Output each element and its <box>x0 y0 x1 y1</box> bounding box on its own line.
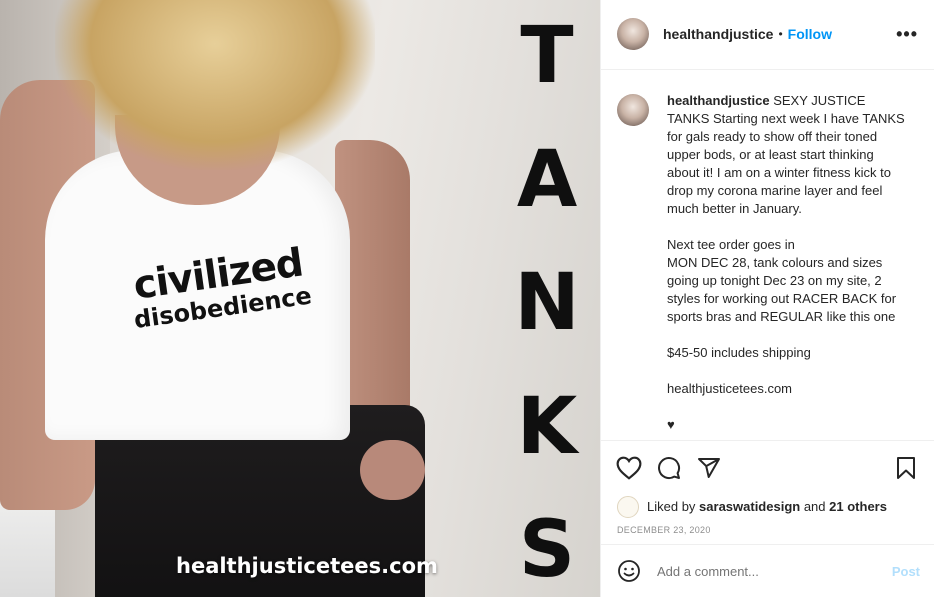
likes-prefix: Liked by <box>647 499 696 515</box>
caption-paragraph: healthandjustice SEXY JUSTICE TANKS Star… <box>667 92 907 218</box>
bookmark-icon[interactable] <box>892 454 920 482</box>
caption-heart: ♥ <box>667 416 675 432</box>
tanks-letter: K <box>516 381 578 472</box>
post-side-panel: healthandjustice • Follow ••• healthandj… <box>600 0 934 597</box>
liker-avatar[interactable] <box>617 495 639 518</box>
action-bar <box>601 440 934 495</box>
comment-input[interactable] <box>655 562 892 580</box>
blonde-hair <box>55 0 375 170</box>
likes-row: Liked by saraswatidesign and 21 others <box>601 495 934 519</box>
liker-username[interactable]: saraswatidesign <box>699 499 800 514</box>
emoji-icon[interactable] <box>615 557 643 585</box>
tanks-letter: T <box>520 11 574 101</box>
comment-box: Post <box>601 544 934 597</box>
post-date[interactable]: DECEMBER 23, 2020 <box>601 519 934 545</box>
hand-in-pocket <box>360 440 425 500</box>
tanks-letter: N <box>514 258 580 348</box>
caption-avatar[interactable] <box>617 93 649 126</box>
tanks-letter: A <box>516 134 578 225</box>
heart-icon[interactable] <box>615 454 643 482</box>
separator-dot: • <box>778 27 783 42</box>
header-username[interactable]: healthandjustice <box>663 26 773 42</box>
post-header: healthandjustice • Follow ••• <box>601 0 934 70</box>
caption-paragraph-4: healthjusticetees.com <box>667 380 793 396</box>
likes-conj: and <box>803 499 826 515</box>
comment-icon[interactable] <box>655 454 683 482</box>
post-button[interactable]: Post <box>892 564 920 579</box>
image-website-text: healthjusticetees.com <box>176 554 438 578</box>
likes-others[interactable]: 21 others <box>829 499 887 514</box>
caption-paragraph-2: Next tee order goes in MON DEC 28, tank … <box>667 236 897 324</box>
more-options-icon[interactable]: ••• <box>896 24 918 45</box>
share-icon[interactable] <box>695 454 723 482</box>
caption-paragraph-1: SEXY JUSTICE TANKS Starting next week I … <box>667 92 905 216</box>
caption-paragraph-3: $45-50 includes shipping <box>667 344 811 360</box>
tanks-vertical-text: T A N K S <box>512 8 582 597</box>
avatar[interactable] <box>617 18 649 51</box>
caption-text: healthandjustice SEXY JUSTICE TANKS Star… <box>667 92 907 441</box>
follow-button[interactable]: Follow <box>788 26 832 42</box>
caption-area: healthandjustice SEXY JUSTICE TANKS Star… <box>601 70 934 441</box>
post-image[interactable]: civilized disobedience T A N K S healthj… <box>0 0 600 597</box>
likes-text: Liked by saraswatidesign and 21 others <box>647 499 887 514</box>
tanks-letter: S <box>518 505 576 595</box>
instagram-post-modal: civilized disobedience T A N K S healthj… <box>0 0 934 597</box>
caption-username[interactable]: healthandjustice <box>667 93 770 108</box>
